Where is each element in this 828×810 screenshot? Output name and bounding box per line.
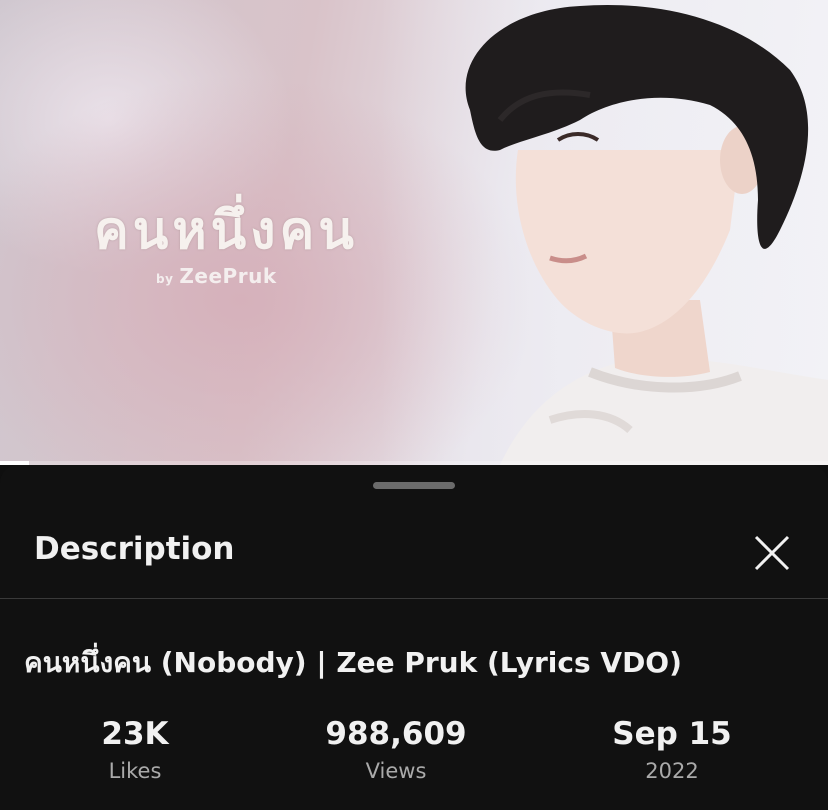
publish-year: 2022	[645, 759, 699, 783]
likes-label: Likes	[108, 759, 162, 783]
video-player[interactable]: คนหนึ่งคน by ZeePruk	[0, 0, 828, 465]
views-label: Views	[365, 759, 427, 783]
likes-count: 23K	[101, 716, 169, 752]
close-button[interactable]	[748, 529, 796, 577]
description-sheet: Description คนหนึ่งคน (Nobody) | Zee Pru…	[0, 465, 828, 810]
thumbnail-byline: by ZeePruk	[156, 264, 277, 288]
sheet-title: Description	[34, 531, 235, 567]
artist-portrait	[465, 4, 828, 465]
date-stat: Sep 15 2022	[572, 714, 772, 786]
likes-stat: 23K Likes	[35, 714, 235, 786]
views-count: 988,609	[325, 716, 467, 752]
stats-row: 23K Likes 988,609 Views Sep 15 2022	[0, 714, 828, 794]
sheet-drag-handle[interactable]	[373, 482, 455, 489]
thumbnail-by-text: by	[156, 272, 174, 286]
views-stat: 988,609 Views	[296, 714, 496, 786]
publish-date: Sep 15	[612, 716, 732, 752]
close-icon	[754, 535, 790, 571]
thumbnail-artist-name: ZeePruk	[179, 264, 277, 288]
video-title: คนหนึ่งคน (Nobody) | Zee Pruk (Lyrics VD…	[24, 646, 682, 679]
thumbnail-song-title: คนหนึ่งคน	[94, 201, 358, 261]
sheet-header: Description	[0, 505, 828, 599]
